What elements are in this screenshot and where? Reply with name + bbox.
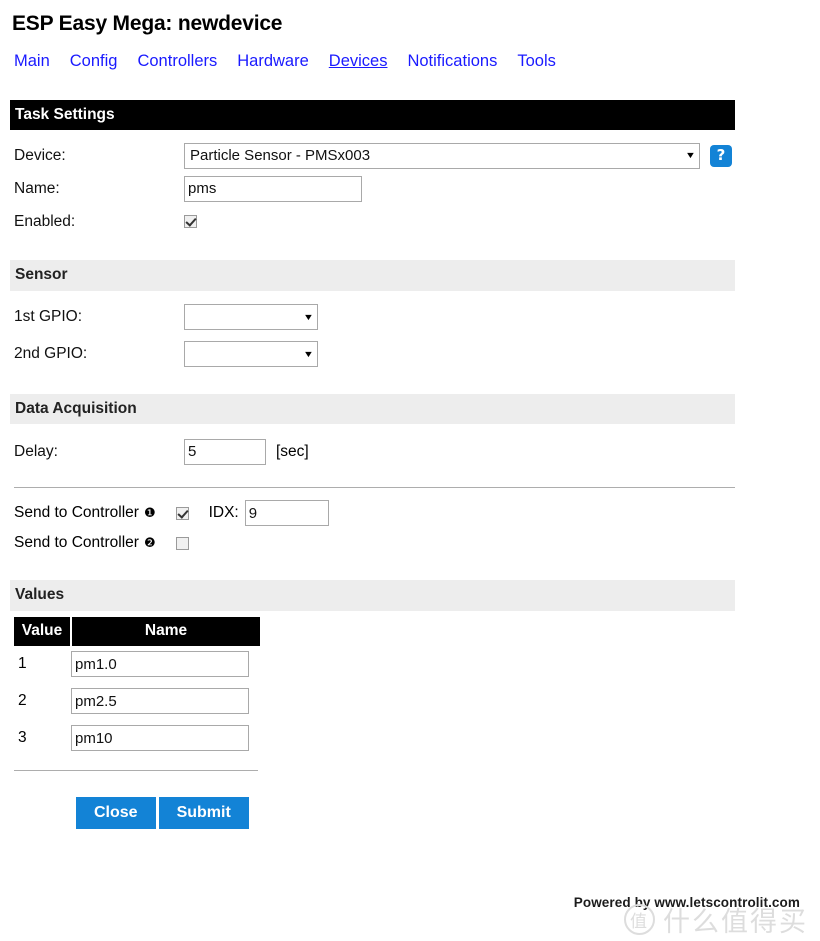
- form-actions: Close Submit: [14, 796, 820, 830]
- chevron-down-icon: ▼: [684, 150, 697, 161]
- section-header-values: Values: [10, 580, 735, 611]
- name-input[interactable]: [184, 175, 362, 202]
- nav-item-controllers[interactable]: Controllers: [137, 52, 217, 71]
- section-header-sensor: Sensor: [10, 260, 735, 291]
- device-row: Device: Particle Sensor - PMSx003 ▼ ?: [14, 139, 820, 172]
- idx-label: IDX:: [208, 504, 239, 522]
- nav-item-config[interactable]: Config: [70, 52, 118, 71]
- enabled-row: Enabled:: [14, 205, 820, 238]
- gpio1-row: 1st GPIO: ▼: [14, 301, 820, 334]
- divider-values: [14, 769, 258, 771]
- name-label: Name:: [14, 179, 60, 197]
- section-header-task-settings: Task Settings: [10, 100, 735, 131]
- send-to-controller-1-row: Send to Controller ❶ IDX:: [14, 498, 820, 528]
- idx-input[interactable]: [244, 500, 329, 527]
- help-icon[interactable]: ?: [710, 144, 732, 167]
- nav-item-main[interactable]: Main: [14, 52, 50, 71]
- column-header-value: Value: [14, 616, 72, 646]
- gpio1-label: 1st GPIO:: [14, 308, 83, 326]
- values-table-header-row: Value Name: [14, 616, 260, 646]
- page-title: ESP Easy Mega: newdevice: [12, 12, 283, 35]
- nav-item-hardware[interactable]: Hardware: [237, 52, 309, 71]
- gpio2-row: 2nd GPIO: ▼: [14, 338, 820, 371]
- name-row: Name:: [14, 172, 820, 205]
- gpio2-select[interactable]: ▼: [184, 341, 318, 368]
- value-index: 1: [18, 655, 27, 672]
- send-to-controller-2-checkbox[interactable]: [175, 536, 189, 550]
- value-name-cell: [71, 720, 260, 757]
- value-name-cell: [71, 683, 260, 720]
- gpio1-select[interactable]: ▼: [184, 304, 318, 331]
- submit-button[interactable]: Submit: [158, 796, 249, 830]
- device-label: Device:: [14, 146, 66, 164]
- values-table: Value Name 1 2 3: [14, 616, 260, 757]
- delay-row: Delay: [sec]: [14, 435, 820, 468]
- chevron-down-icon: ▼: [302, 311, 315, 322]
- value-index: 3: [18, 729, 27, 746]
- value-name-input-3[interactable]: [71, 725, 249, 751]
- enabled-label: Enabled:: [14, 212, 76, 230]
- table-row: 2: [14, 683, 260, 720]
- table-row: 3: [14, 720, 260, 757]
- send-to-controller-2-label: Send to Controller: [14, 534, 139, 552]
- send-to-controller-1-label: Send to Controller: [14, 504, 139, 522]
- gpio2-label: 2nd GPIO:: [14, 345, 88, 363]
- delay-input[interactable]: [184, 438, 266, 465]
- nav-item-notifications[interactable]: Notifications: [407, 52, 497, 71]
- device-select-value: Particle Sensor - PMSx003: [190, 147, 371, 165]
- device-settings-form: Task Settings Device: Particle Sensor - …: [0, 100, 820, 830]
- section-header-data-acquisition: Data Acquisition: [10, 393, 735, 425]
- device-select[interactable]: Particle Sensor - PMSx003 ▼: [184, 142, 700, 169]
- value-name-input-1[interactable]: [71, 651, 249, 677]
- controller-1-badge-icon: ❶: [143, 505, 156, 521]
- nav-item-tools[interactable]: Tools: [517, 52, 556, 71]
- footer-text: Powered by www.letscontrolit.com: [573, 895, 800, 910]
- column-header-name: Name: [71, 616, 260, 646]
- value-name-input-2[interactable]: [71, 688, 249, 714]
- delay-label: Delay:: [14, 442, 58, 460]
- controller-2-badge-icon: ❷: [143, 535, 156, 551]
- enabled-checkbox[interactable]: [184, 215, 197, 229]
- send-to-controller-1-checkbox[interactable]: [175, 506, 189, 520]
- table-row: 1: [14, 646, 260, 683]
- send-to-controller-2-row: Send to Controller ❷: [14, 528, 820, 558]
- main-navigation: Main Config Controllers Hardware Devices Noti…: [0, 36, 820, 71]
- value-index: 2: [18, 692, 27, 709]
- value-name-cell: [71, 646, 260, 683]
- close-button[interactable]: Close: [76, 796, 156, 830]
- delay-unit-label: [sec]: [276, 442, 309, 460]
- divider-acquisition: [14, 487, 735, 489]
- chevron-down-icon: ▼: [302, 348, 315, 359]
- nav-item-devices[interactable]: Devices: [329, 52, 388, 71]
